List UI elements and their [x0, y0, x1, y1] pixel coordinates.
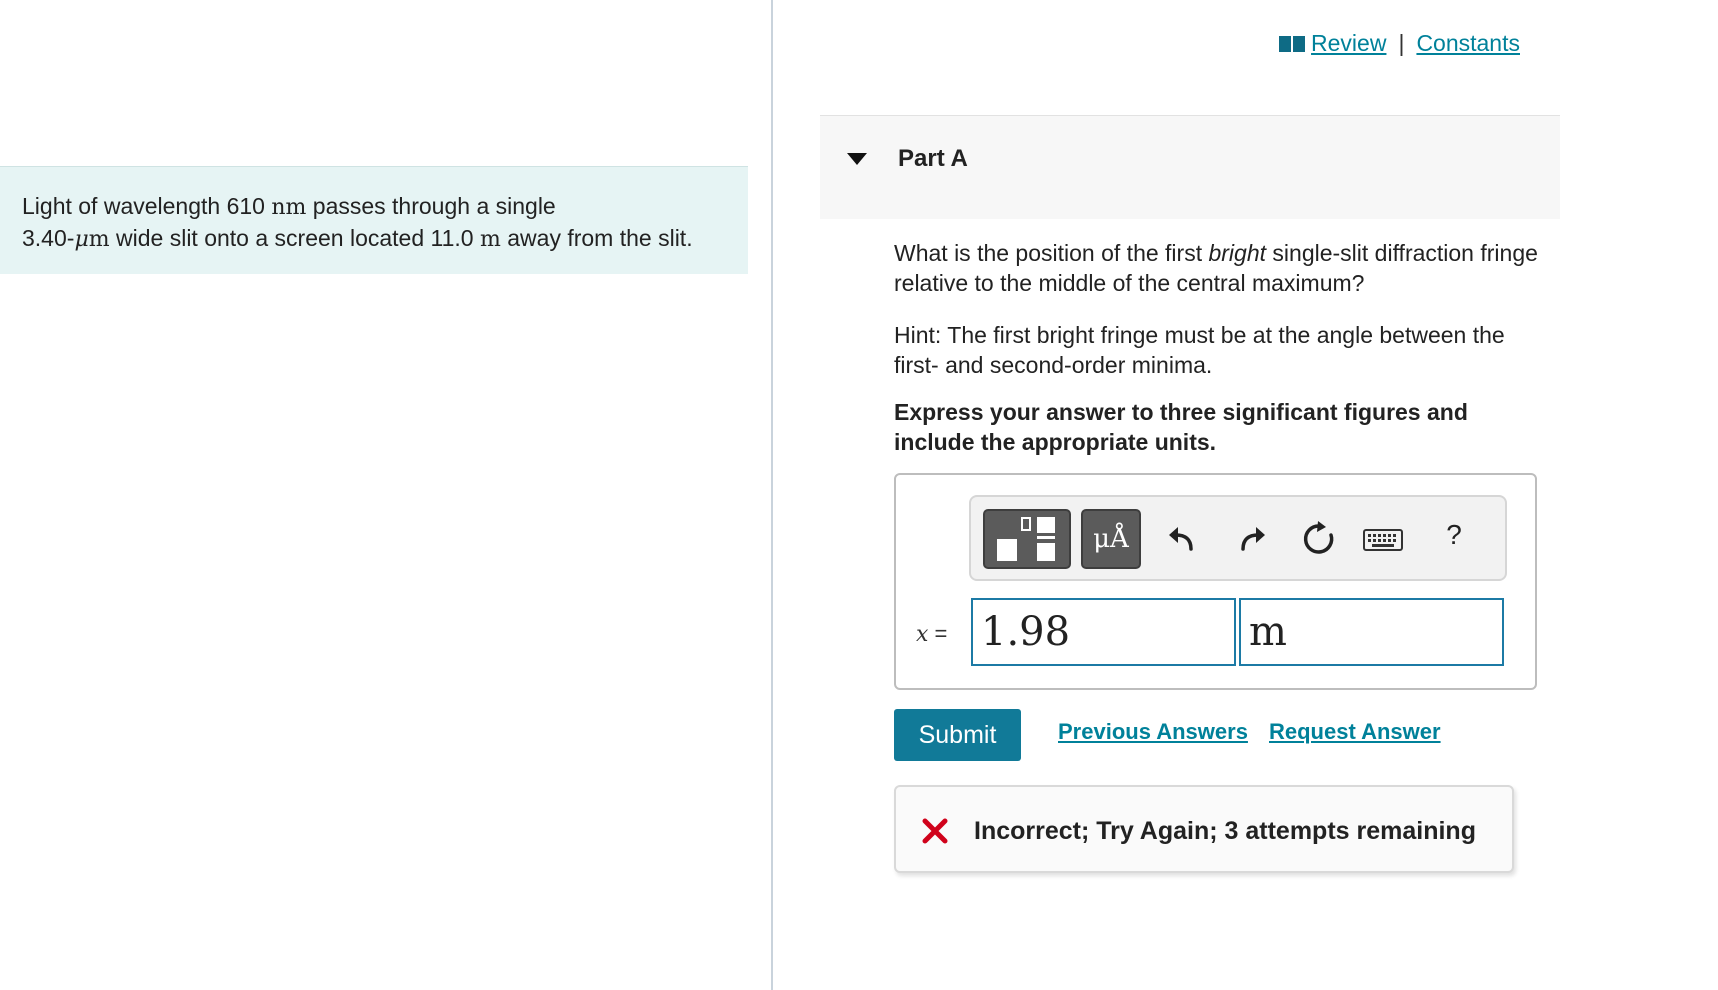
collapse-caret-icon[interactable]	[847, 153, 867, 165]
problem-line-2: 3.40-μm wide slit onto a screen located …	[22, 223, 726, 255]
feedback-message: Incorrect; Try Again; 3 attempts remaini…	[974, 817, 1476, 845]
feedback-box: Incorrect; Try Again; 3 attempts remaini…	[894, 785, 1514, 873]
keyboard-icon[interactable]	[1363, 529, 1403, 551]
previous-answers-link[interactable]: Previous Answers	[1058, 719, 1248, 745]
submit-button[interactable]: Submit	[894, 709, 1021, 761]
equals-sign: =	[928, 621, 948, 646]
unit-mu: μ	[74, 227, 89, 252]
template-box-icon	[1037, 543, 1055, 561]
problem-text: wide slit onto a screen located 11.0	[109, 225, 480, 251]
units-button[interactable]: μÅ	[1081, 509, 1141, 569]
unit-m: m	[88, 227, 110, 252]
template-box-icon	[1021, 517, 1031, 531]
incorrect-x-icon	[922, 818, 948, 844]
pane-divider	[771, 0, 773, 990]
unit-m: m	[479, 227, 501, 252]
problem-text: 3.40-	[22, 225, 75, 251]
problem-statement: Light of wavelength 610 nm passes throug…	[0, 166, 748, 274]
book-icon	[1279, 35, 1306, 52]
problem-text: Light of wavelength 610	[22, 193, 272, 219]
part-title: Part A	[898, 145, 968, 172]
template-box-icon	[997, 539, 1017, 561]
variable-label: x =	[916, 621, 947, 647]
answer-value-input[interactable]: 1.98	[971, 598, 1236, 666]
request-answer-link[interactable]: Request Answer	[1269, 719, 1441, 745]
fraction-bar-icon	[1037, 536, 1055, 539]
template-box-icon	[1037, 517, 1055, 533]
problem-text: passes through a single	[306, 193, 556, 219]
redo-icon[interactable]	[1233, 521, 1269, 557]
hint-text: Hint: The first bright fringe must be at…	[894, 322, 1505, 378]
answer-instructions: Express your answer to three significant…	[894, 399, 1468, 455]
variable-symbol: x	[916, 622, 929, 647]
question-text-part: What is the position of the first	[894, 240, 1209, 266]
reset-icon[interactable]	[1301, 521, 1337, 557]
problem-line-1: Light of wavelength 610 nm passes throug…	[22, 191, 726, 223]
problem-text: away from the slit.	[500, 225, 693, 251]
problem-pane: Light of wavelength 610 nm passes throug…	[0, 0, 772, 990]
undo-icon[interactable]	[1165, 521, 1201, 557]
constants-link[interactable]: Constants	[1416, 30, 1520, 57]
answer-box: μÅ ? x = 1.98 m	[894, 473, 1537, 690]
review-link[interactable]: Review	[1311, 30, 1386, 57]
templates-button[interactable]	[983, 509, 1071, 569]
math-toolbar: μÅ ?	[969, 495, 1507, 581]
question-text: What is the position of the first bright…	[894, 238, 1574, 298]
part-header[interactable]: Part A	[820, 115, 1560, 219]
link-separator: |	[1398, 30, 1405, 56]
answer-unit-input[interactable]: m	[1239, 598, 1504, 666]
question-emphasis: bright	[1208, 240, 1267, 266]
help-button[interactable]: ?	[1441, 515, 1467, 551]
top-links: Review | Constants	[1279, 30, 1520, 57]
unit-nm: nm	[271, 195, 307, 220]
